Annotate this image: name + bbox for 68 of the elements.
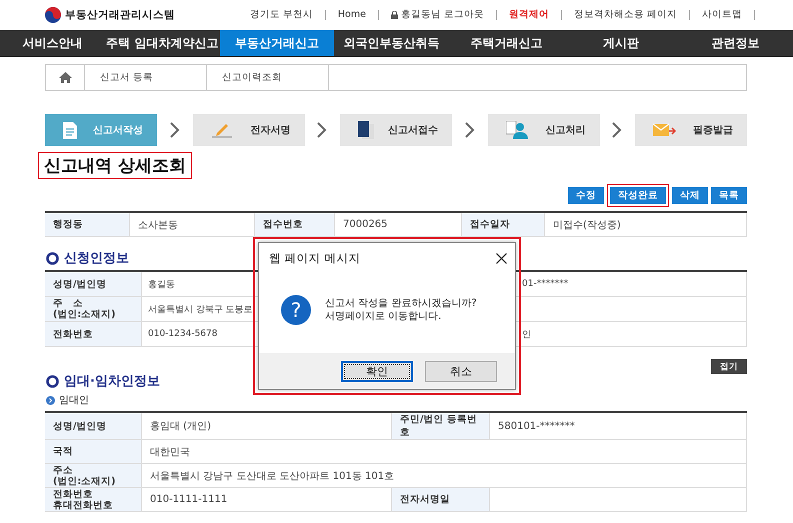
row-header: 행정동 xyxy=(45,213,130,237)
header-link[interactable]: Home xyxy=(326,10,379,20)
header-link[interactable]: 사이트맵 xyxy=(690,10,755,20)
row-header: 성명/법인명 xyxy=(45,413,142,440)
table-cell: 580101-******* xyxy=(490,413,747,440)
action-button[interactable]: 수정 xyxy=(568,187,604,204)
menu-tab[interactable]: 주택거래신고 xyxy=(448,30,564,56)
dialog-button[interactable]: 취소 xyxy=(425,360,497,382)
person-icon xyxy=(506,121,528,139)
bullet-icon xyxy=(46,396,55,404)
home-icon[interactable] xyxy=(58,72,72,83)
page-title: 신고내역 상세조회 xyxy=(38,152,192,179)
document-stack-icon xyxy=(358,121,374,139)
chevron-icon xyxy=(317,122,328,138)
site-name: 부동산거래관리시스템 xyxy=(65,8,175,22)
process-step: 전자서명 xyxy=(192,114,304,146)
row-header: 주소 (법인:소재지) xyxy=(45,464,142,488)
action-button[interactable]: 목록 xyxy=(711,187,747,204)
chevron-icon xyxy=(170,122,180,138)
action-button[interactable]: 작성완료 xyxy=(610,187,666,204)
collapse-button[interactable]: 접기 xyxy=(711,359,747,374)
subsection-title: 임대인 xyxy=(59,394,89,407)
row-header: 주 소 (법인:소재지) xyxy=(45,297,142,322)
envelope-icon xyxy=(653,122,677,138)
menu-tab[interactable]: 관련정보 xyxy=(678,30,793,56)
process-step: 신고서접수 xyxy=(340,114,452,146)
menu-tab[interactable]: 부동산거래신고 xyxy=(220,30,334,56)
table-cell: 대한민국 xyxy=(142,440,747,464)
row-header: 전화번호 휴대전화번호 xyxy=(45,488,142,512)
header-link[interactable]: 원격제어 xyxy=(496,10,562,20)
dialog-button[interactable]: 확인 xyxy=(341,360,413,382)
dialog-title: 웹 페이지 메시지 xyxy=(269,251,360,266)
row-header: 전화번호 xyxy=(45,322,142,347)
process-step: 필증발급 xyxy=(635,114,747,146)
section-title: 신청인정보 xyxy=(64,250,129,267)
process-step: 신고처리 xyxy=(488,114,600,146)
row-header: 접수일자 xyxy=(462,213,545,237)
header-link[interactable]: 정보격차해소용 페이지 xyxy=(562,10,690,20)
pen-icon xyxy=(210,122,232,138)
region-label: 경기도 부천시 xyxy=(238,10,326,20)
question-icon: ? xyxy=(281,294,311,324)
row-header: 전자서명일 xyxy=(392,488,490,512)
ring-icon xyxy=(46,374,59,388)
menu-tab[interactable]: 주택 임대차계약신고 xyxy=(105,30,220,56)
ring-icon xyxy=(46,252,59,264)
menu-tab[interactable]: 게시판 xyxy=(564,30,678,56)
menu-tab[interactable]: 서비스안내 xyxy=(0,30,105,56)
emblem-icon xyxy=(45,7,61,23)
row-header: 성명/법인명 xyxy=(45,272,142,297)
document-icon xyxy=(63,122,77,138)
chevron-icon xyxy=(464,122,475,138)
lock-icon xyxy=(390,11,398,19)
breadcrumb-link[interactable]: 신고이력조회 xyxy=(207,65,329,90)
menu-tab[interactable]: 외국인부동산취득 xyxy=(334,30,449,56)
breadcrumb-link[interactable]: 신고서 등록 xyxy=(85,65,207,90)
action-button[interactable]: 삭제 xyxy=(672,187,708,204)
process-step: 신고서작성 xyxy=(45,114,157,146)
row-header: 접수번호 xyxy=(255,213,335,237)
logout-link[interactable]: 홍길동님 로그아웃 xyxy=(378,10,497,20)
table-cell: 010-1111-1111 xyxy=(142,488,392,512)
row-header: 주민/법인 등록번호 xyxy=(392,413,490,440)
table-cell: 미접수(작성중) xyxy=(545,213,747,237)
site-logo[interactable]: 부동산거래관리시스템 xyxy=(45,7,175,23)
table-cell: 홍임대 (개인) xyxy=(142,413,392,440)
close-icon[interactable] xyxy=(496,253,507,264)
row-header: 국적 xyxy=(45,440,142,464)
chevron-icon xyxy=(612,122,622,138)
section-title: 임대·임차인정보 xyxy=(64,373,160,390)
